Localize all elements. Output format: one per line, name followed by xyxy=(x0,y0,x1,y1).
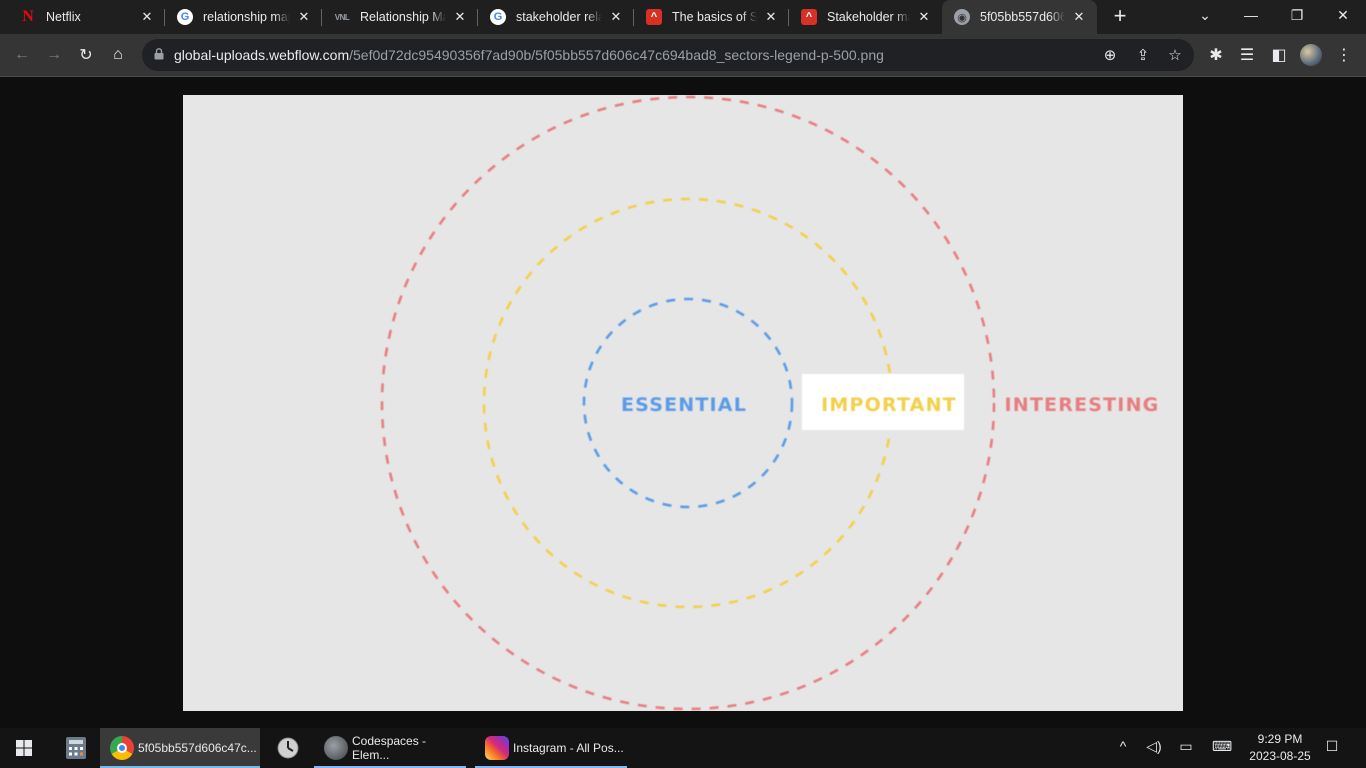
url-text: global-uploads.webflow.com/5ef0d72dc9549… xyxy=(174,47,884,63)
clock-time: 9:29 PM xyxy=(1257,732,1303,746)
bookmark-star-icon[interactable]: ☆ xyxy=(1165,45,1185,65)
url-path: /5ef0d72dc95490356f7ad90b/5f05bb557d606c… xyxy=(349,47,884,63)
forward-icon[interactable]: → xyxy=(42,43,66,67)
interesting-label: INTERESTING xyxy=(1005,394,1160,416)
tab-relationship-map[interactable]: VNL Relationship Map ✕ xyxy=(322,0,478,34)
tab-title: stakeholder relat xyxy=(516,10,602,24)
back-icon[interactable]: ← xyxy=(10,43,34,67)
restore-icon[interactable]: ❐ xyxy=(1274,0,1320,30)
taskbar-app-label: Instagram - All Pos... xyxy=(513,741,624,755)
tab-basics-of-stakeholder[interactable]: ^ The basics of Stak ✕ xyxy=(634,0,789,34)
notification-icon[interactable]: ☐ xyxy=(1322,738,1342,755)
google-icon: G xyxy=(177,9,193,25)
close-icon[interactable]: ✕ xyxy=(139,9,155,25)
url-host: global-uploads.webflow.com xyxy=(174,47,350,63)
tab-search-icon[interactable]: ⌄ xyxy=(1182,0,1228,30)
close-window-icon[interactable]: ✕ xyxy=(1320,0,1366,30)
taskbar-app-chrome-image[interactable]: 5f05bb557d606c47c... xyxy=(100,728,260,768)
keyboard-icon[interactable]: ⌨ xyxy=(1210,738,1234,755)
close-icon[interactable]: ✕ xyxy=(452,9,468,25)
tab-relationship-map-search[interactable]: G relationship map ✕ xyxy=(165,0,322,34)
essential-label: ESSENTIAL xyxy=(621,394,747,416)
new-tab-icon[interactable]: + xyxy=(1108,5,1132,29)
tab-title: Relationship Map xyxy=(360,10,446,24)
address-bar[interactable]: global-uploads.webflow.com/5ef0d72dc9549… xyxy=(142,39,1194,71)
tab-stakeholder-map[interactable]: ^ Stakeholder map ✕ xyxy=(789,0,942,34)
red-chart-icon: ^ xyxy=(646,9,662,25)
volume-icon[interactable]: ◁) xyxy=(1144,738,1164,755)
netflix-icon: N xyxy=(22,8,34,25)
chrome-icon xyxy=(110,736,134,760)
taskbar-app-label: Codespaces - Elem... xyxy=(352,734,427,762)
tab-strip: N Netflix ✕ G relationship map ✕ VNL Rel… xyxy=(0,0,1366,34)
reload-icon[interactable]: ↻ xyxy=(74,43,98,67)
media-control-icon[interactable]: ☰ xyxy=(1235,43,1259,67)
sectors-legend-graphic: ESSENTIAL IMPORTANT INTERESTING xyxy=(380,95,1160,711)
start-button[interactable] xyxy=(0,728,48,768)
google-icon: G xyxy=(490,9,506,25)
close-icon[interactable]: ✕ xyxy=(296,9,312,25)
tray-overflow-icon[interactable]: ^ xyxy=(1113,738,1133,754)
side-panel-icon[interactable]: ◧ xyxy=(1267,43,1291,67)
profile-avatar[interactable] xyxy=(1300,44,1322,66)
red-chart-icon: ^ xyxy=(801,9,817,25)
windows-icon xyxy=(16,740,32,756)
minimize-icon[interactable]: — xyxy=(1228,0,1274,30)
tab-netflix[interactable]: N Netflix ✕ xyxy=(8,0,165,34)
clock-app-taskbar-icon[interactable] xyxy=(268,728,308,768)
globe-icon: ◉ xyxy=(954,9,970,25)
tab-title: Netflix xyxy=(46,10,81,24)
tab-title: relationship map xyxy=(203,10,290,24)
home-icon[interactable]: ⌂ xyxy=(106,43,130,67)
lock-icon xyxy=(154,48,164,60)
calculator-icon xyxy=(66,737,86,759)
important-label: IMPORTANT xyxy=(821,394,957,416)
clock-date: 2023-08-25 xyxy=(1249,749,1311,763)
system-clock[interactable]: 9:29 PM 2023-08-25 xyxy=(1240,731,1320,765)
taskbar-app-label: 5f05bb557d606c47c... xyxy=(138,741,257,755)
tab-title: Stakeholder map xyxy=(827,10,910,24)
sectors-legend-image: ESSENTIAL IMPORTANT INTERESTING xyxy=(183,95,1183,711)
close-icon[interactable]: ✕ xyxy=(608,9,624,25)
extensions-icon[interactable]: ✱ xyxy=(1204,43,1228,67)
menu-icon[interactable]: ⋮ xyxy=(1332,43,1356,67)
windows-taskbar: 5f05bb557d606c47c... Codespaces - Elem..… xyxy=(0,728,1366,768)
browser-toolbar: ← → ↻ ⌂ global-uploads.webflow.com/5ef0d… xyxy=(0,34,1366,77)
tab-title: 5f05bb557d606c4 xyxy=(980,10,1065,24)
tab-title: The basics of Stak xyxy=(672,10,757,24)
vnl-icon: VNL xyxy=(334,12,350,22)
battery-icon[interactable]: ▭ xyxy=(1176,738,1196,755)
close-icon[interactable]: ✕ xyxy=(1071,9,1087,25)
share-icon[interactable]: ⇪ xyxy=(1133,45,1153,65)
instagram-icon xyxy=(485,736,509,760)
image-viewport: ESSENTIAL IMPORTANT INTERESTING xyxy=(0,77,1366,728)
taskbar-app-instagram[interactable]: Instagram - All Pos... xyxy=(475,728,627,768)
zoom-icon[interactable]: ⊕ xyxy=(1100,45,1120,65)
close-icon[interactable]: ✕ xyxy=(916,9,932,25)
chrome-profile-icon xyxy=(324,736,348,760)
calculator-taskbar-icon[interactable] xyxy=(56,728,96,768)
tab-current-image[interactable]: ◉ 5f05bb557d606c4 ✕ xyxy=(942,0,1097,34)
close-icon[interactable]: ✕ xyxy=(763,9,779,25)
alarm-clock-icon xyxy=(277,737,299,759)
taskbar-app-codespaces[interactable]: Codespaces - Elem... xyxy=(314,728,466,768)
tab-stakeholder-search[interactable]: G stakeholder relat ✕ xyxy=(478,0,634,34)
